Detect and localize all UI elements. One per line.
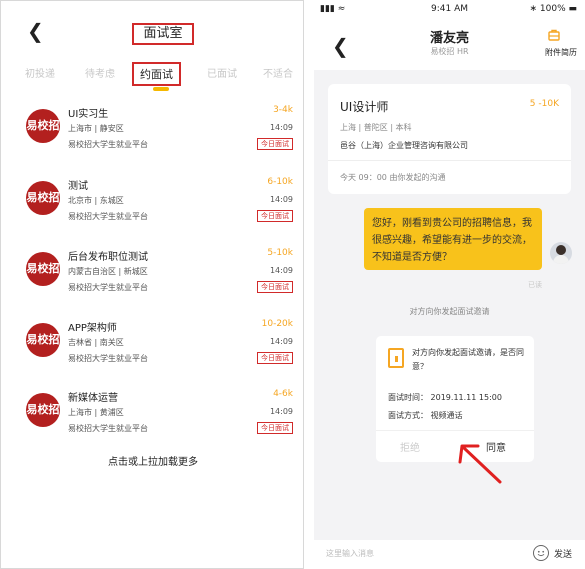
- emoji-icon[interactable]: [533, 545, 549, 561]
- job-time: 14:09: [269, 337, 293, 346]
- avatar-body-shape: [553, 255, 569, 264]
- tab-considering[interactable]: 待考虑: [85, 65, 115, 80]
- load-more-link[interactable]: 点击或上拉加载更多: [1, 453, 303, 468]
- tab-submitted[interactable]: 初投递: [25, 65, 55, 80]
- chat-origin-note: 今天 09：00 由你发起的沟通: [340, 173, 446, 182]
- job-company: 易校招大学生就业平台: [68, 424, 148, 433]
- divider: [328, 160, 571, 161]
- status-badge: 今日面试: [257, 138, 293, 150]
- job-salary: 4-6k: [273, 389, 293, 399]
- job-salary: 5-10k: [267, 248, 293, 258]
- job-card[interactable]: UI设计师 5 -10K 上海 | 普陀区 | 本科 邑谷（上海）企业管理咨询有…: [328, 84, 571, 194]
- chat-header: ❮ 潘友亮 易校招 HR 附件简历: [314, 20, 585, 70]
- phone-icon: [388, 348, 404, 368]
- interview-mode: 面试方式： 视频通话: [388, 411, 463, 420]
- red-arrow-annotation-icon: [458, 444, 502, 484]
- job-title: UI设计师: [340, 100, 389, 114]
- interview-time: 面试时间： 2019.11.11 15:00: [388, 393, 502, 402]
- job-salary: 10-20k: [261, 319, 293, 329]
- invite-text: 对方向你发起面试邀请，是否同意？: [412, 348, 524, 371]
- status-tabs: 初投递 待考虑 约面试 已面试 不适合: [1, 59, 303, 95]
- job-time: 14:09: [269, 195, 293, 204]
- message-input[interactable]: 这里输入消息: [326, 548, 374, 559]
- job-location: 北京市 | 东城区: [68, 196, 124, 205]
- resume-attachment-button[interactable]: 附件简历: [545, 47, 577, 58]
- message-input-bar: 这里输入消息 发送: [314, 540, 585, 569]
- status-badge: 今日面试: [257, 422, 293, 434]
- job-location: 内蒙古自治区 | 新城区: [68, 267, 148, 276]
- sent-message-bubble: 您好，刚看到贵公司的招聘信息，我很感兴趣，希望能有进一步的交流，不知道是否方便？: [364, 208, 542, 270]
- job-meta: 上海 | 普陀区 | 本科: [340, 123, 412, 132]
- job-location: 吉林省 | 南关区: [68, 338, 124, 347]
- job-location: 上海市 | 黄浦区: [68, 408, 124, 417]
- contact-name: 潘友亮: [429, 31, 469, 46]
- reject-button[interactable]: 拒绝: [400, 439, 420, 454]
- job-title: 后台发布职位测试: [68, 252, 148, 263]
- job-company: 易校招大学生就业平台: [68, 212, 148, 221]
- list-item[interactable]: 易校招 新媒体运营 4-6k 上海市 | 黄浦区 14:09 易校招大学生就业平…: [1, 385, 303, 445]
- list-item[interactable]: 易校招 UI实习生 3-4k 上海市 | 静安区 14:09 易校招大学生就业平…: [1, 101, 303, 161]
- job-time: 14:09: [269, 123, 293, 132]
- job-company: 易校招大学生就业平台: [68, 283, 148, 292]
- job-salary: 3-4k: [273, 105, 293, 115]
- status-bar: ▮▮▮ ≈ 9:41 AM ∗ 100% ▬: [314, 0, 585, 20]
- job-salary: 5 -10K: [529, 99, 559, 109]
- job-title: 新媒体运营: [68, 393, 118, 404]
- back-chevron-icon[interactable]: ❮: [27, 21, 44, 41]
- system-notice: 对方向你发起面试邀请: [409, 307, 490, 316]
- divider: [376, 430, 534, 431]
- job-title: UI实习生: [68, 109, 109, 120]
- company-logo: 易校招: [26, 181, 60, 215]
- job-salary: 6-10k: [267, 177, 293, 187]
- interview-room-screen: ❮ 面试室 初投递 待考虑 约面试 已面试 不适合 易校招 UI实习生 3-4k…: [0, 0, 304, 569]
- top-bar: ❮ 面试室: [1, 1, 303, 51]
- tab-interviewed[interactable]: 已面试: [207, 65, 237, 80]
- read-receipt: 已读: [528, 281, 542, 289]
- send-button[interactable]: 发送: [554, 547, 572, 560]
- status-badge: 今日面试: [257, 352, 293, 364]
- company-logo: 易校招: [26, 393, 60, 427]
- job-time: 14:09: [269, 407, 293, 416]
- tab-scheduled-interview[interactable]: 约面试: [132, 62, 181, 86]
- status-badge: 今日面试: [257, 281, 293, 293]
- company-logo: 易校招: [26, 252, 60, 286]
- job-company: 易校招大学生就业平台: [68, 140, 148, 149]
- job-time: 14:09: [269, 266, 293, 275]
- active-tab-indicator: [153, 87, 169, 91]
- list-item[interactable]: 易校招 测试 6-10k 北京市 | 东城区 14:09 易校招大学生就业平台 …: [1, 173, 303, 233]
- job-company: 邑谷（上海）企业管理咨询有限公司: [340, 141, 468, 150]
- resume-attachment-icon[interactable]: [547, 28, 561, 42]
- avatar-head-shape: [556, 245, 566, 255]
- status-badge: 今日面试: [257, 210, 293, 222]
- chat-screen: ▮▮▮ ≈ 9:41 AM ∗ 100% ▬ ❮ 潘友亮 易校招 HR 附件简历…: [314, 0, 585, 569]
- job-title: APP架构师: [68, 323, 117, 334]
- company-logo: 易校招: [26, 323, 60, 357]
- company-logo: 易校招: [26, 109, 60, 143]
- phone-icon-mark: [395, 356, 398, 362]
- job-location: 上海市 | 静安区: [68, 124, 124, 133]
- job-company: 易校招大学生就业平台: [68, 354, 148, 363]
- page-title: 面试室: [132, 23, 194, 45]
- job-title: 测试: [68, 181, 88, 192]
- list-item[interactable]: 易校招 后台发布职位测试 5-10k 内蒙古自治区 | 新城区 14:09 易校…: [1, 244, 303, 304]
- list-item[interactable]: 易校招 APP架构师 10-20k 吉林省 | 南关区 14:09 易校招大学生…: [1, 315, 303, 375]
- avatar: [550, 242, 572, 264]
- battery-icon: ∗ 100% ▬: [529, 4, 578, 14]
- tab-not-suitable[interactable]: 不适合: [263, 65, 293, 80]
